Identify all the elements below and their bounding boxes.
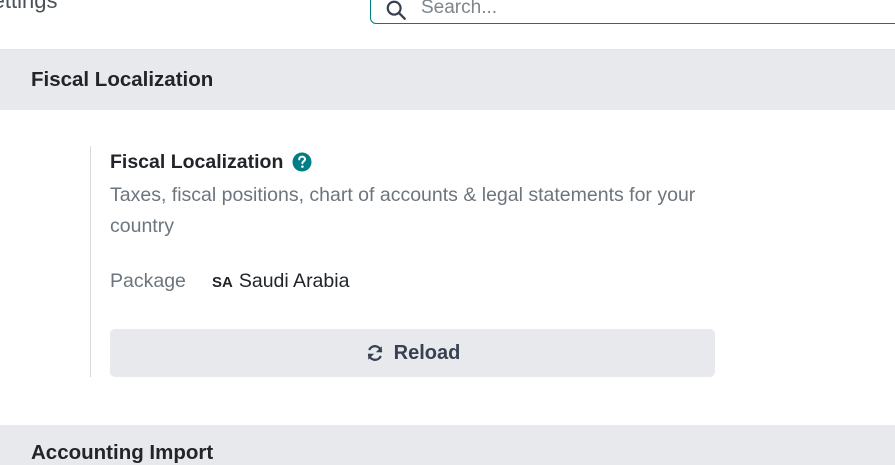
search-input[interactable]	[419, 0, 823, 23]
country-code: SA	[212, 274, 233, 291]
page-title: Settings	[0, 0, 58, 13]
reload-icon	[367, 345, 382, 361]
search-box[interactable]	[370, 0, 895, 24]
reload-button[interactable]: Reload	[110, 329, 715, 377]
section-header-accounting-import: Accounting Import	[0, 425, 895, 465]
package-label: Package	[110, 270, 186, 292]
section-header-fiscal-localization: Fiscal Localization	[0, 50, 895, 110]
country-name: Saudi Arabia	[238, 270, 350, 292]
section-title: Accounting Import	[31, 441, 214, 464]
fiscal-localization-setting: Fiscal Localization Taxes, fiscal positi…	[90, 146, 721, 377]
help-icon[interactable]	[292, 152, 312, 172]
section-title: Fiscal Localization	[31, 68, 214, 91]
reload-label: Reload	[393, 341, 461, 364]
package-value: SA Saudi Arabia	[212, 270, 349, 293]
search-icon	[386, 0, 406, 20]
setting-description: Taxes, fiscal positions, chart of accoun…	[110, 184, 696, 237]
top-bar: Settings	[0, 0, 895, 50]
setting-title: Fiscal Localization	[110, 151, 284, 173]
